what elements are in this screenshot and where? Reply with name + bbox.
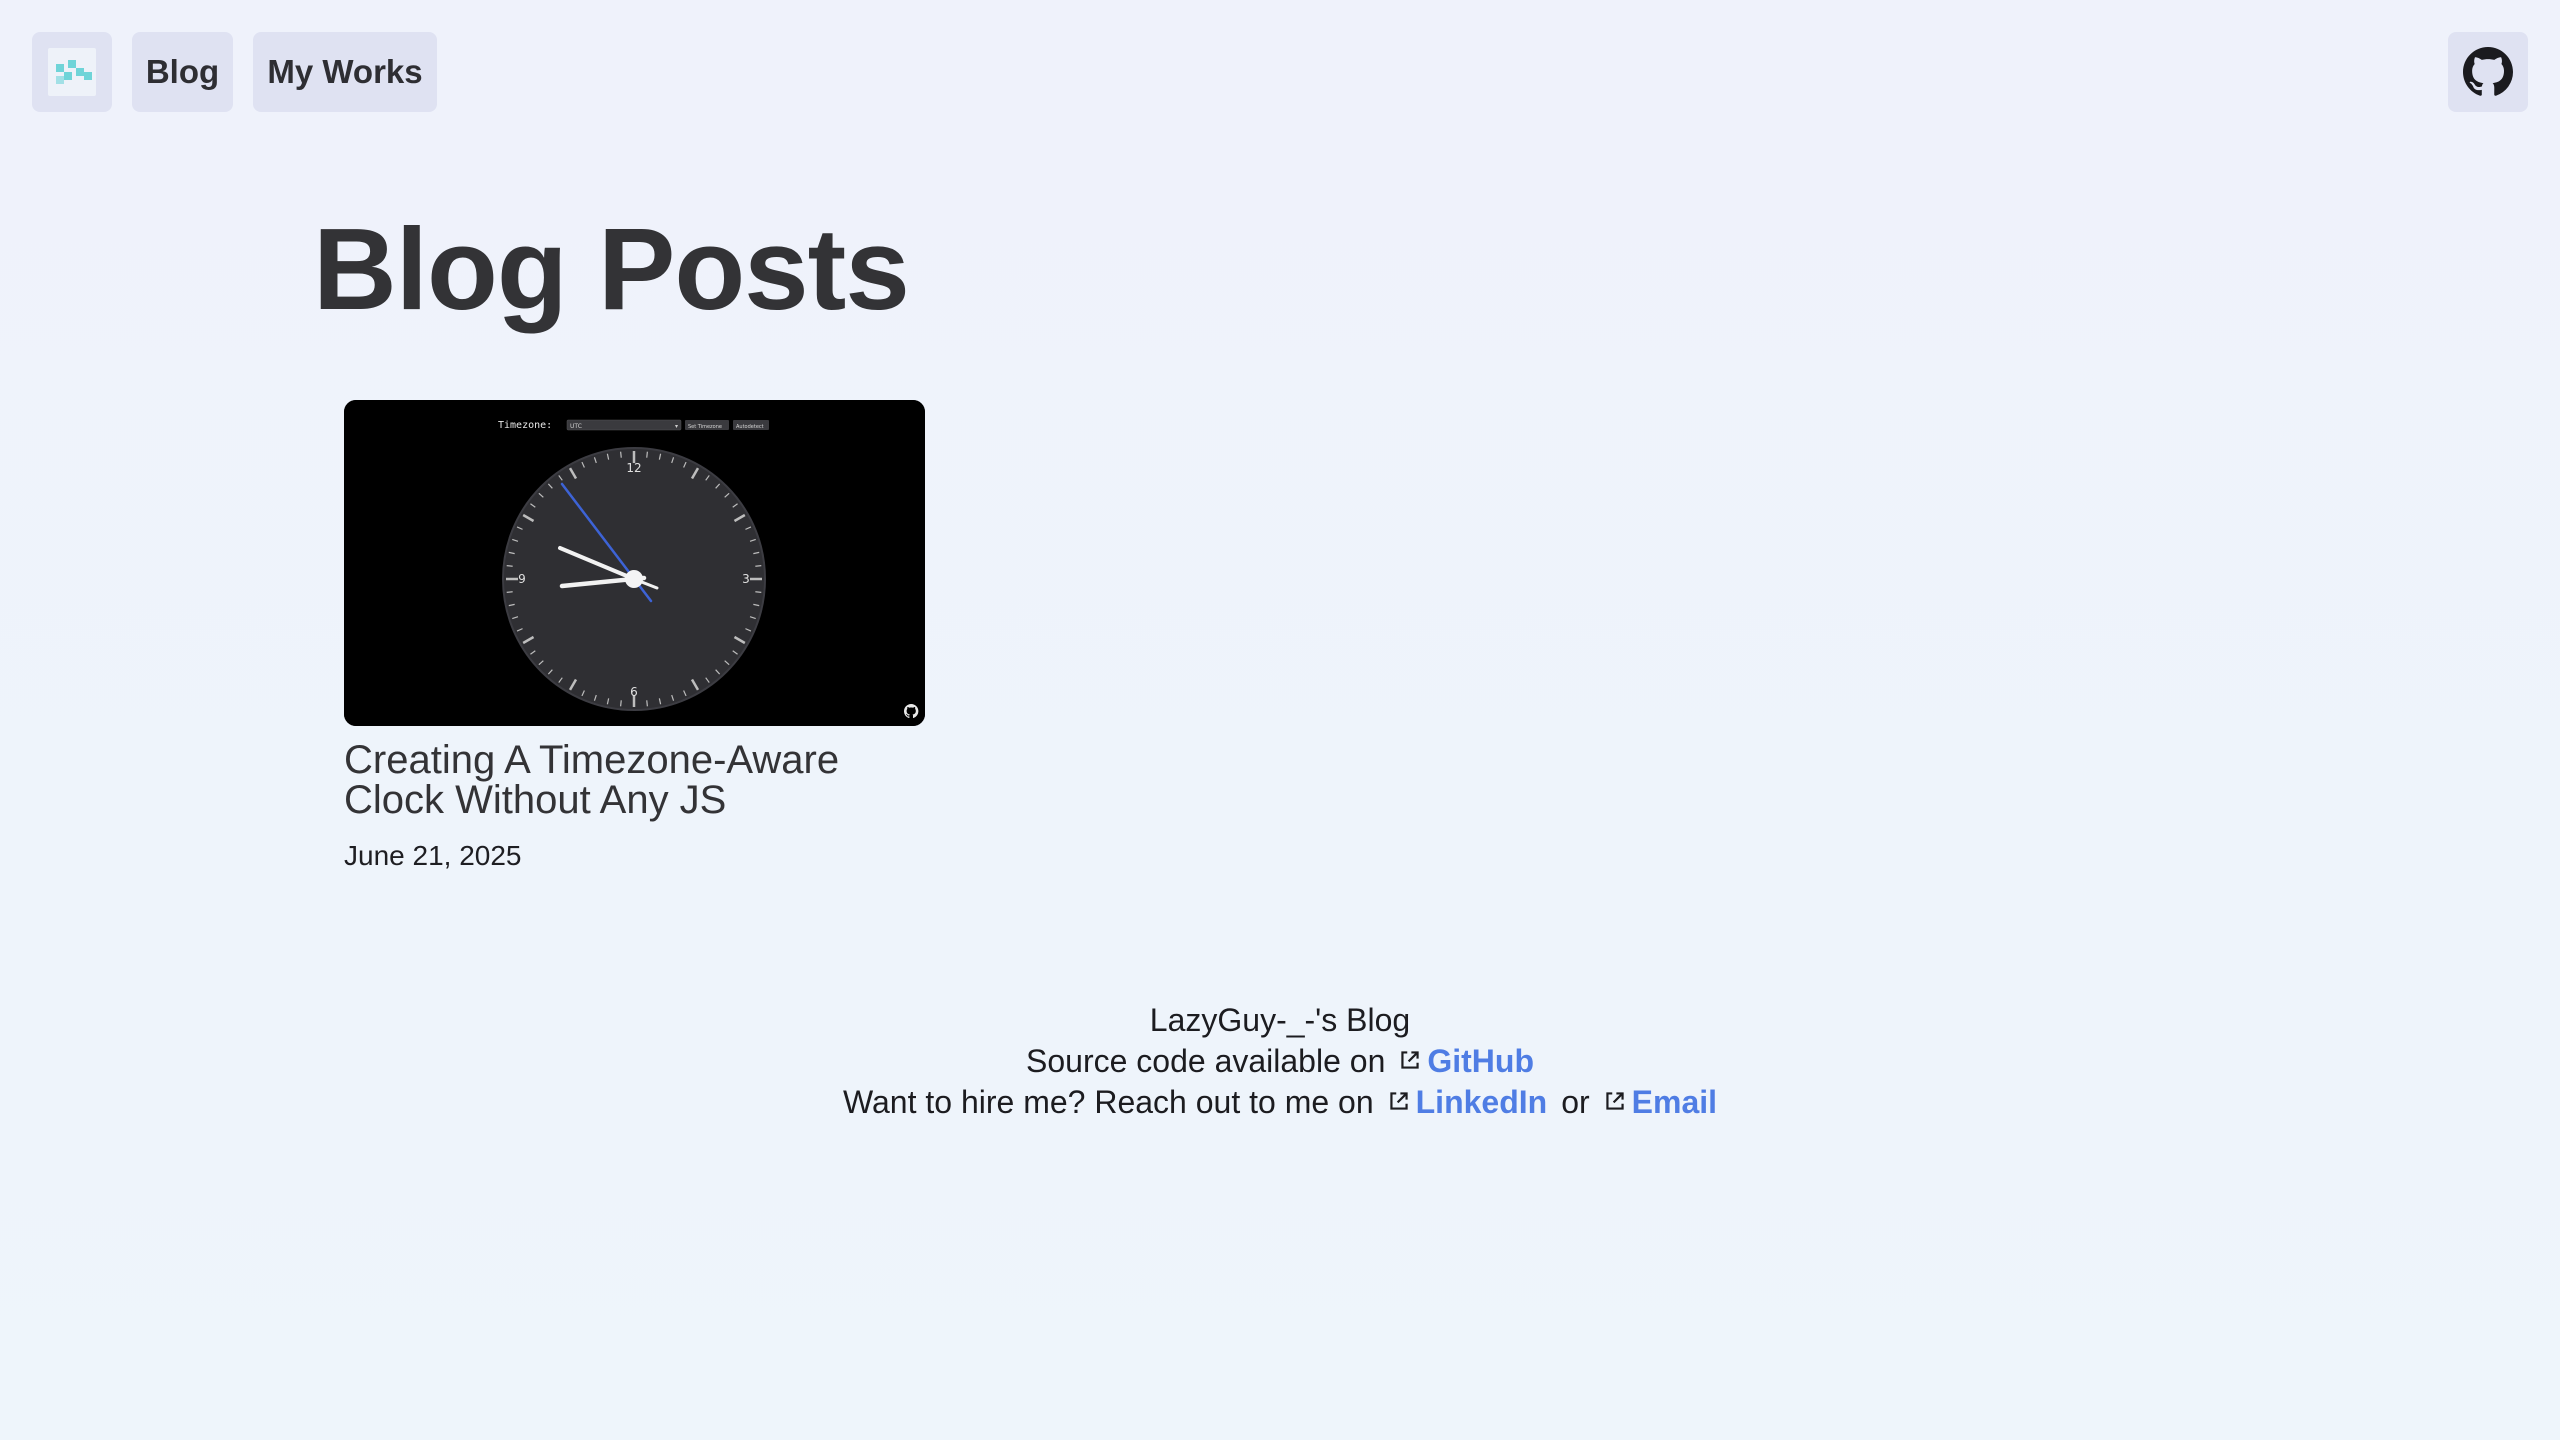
footer-source-line: Source code available on GitHub xyxy=(0,1041,2560,1082)
clock-number-9: 9 xyxy=(518,572,526,586)
clock-tick xyxy=(646,451,648,458)
footer-blog-name: LazyGuy-_-'s Blog xyxy=(1149,1002,1411,1038)
clock-tick xyxy=(755,565,762,567)
footer-or-text: or xyxy=(1561,1084,1590,1120)
clock-tick xyxy=(755,591,762,593)
nav-blog-label: Blog xyxy=(145,53,220,90)
external-link-icon xyxy=(1389,1092,1408,1110)
thumb-set-timezone-button: Set Timezone xyxy=(688,424,722,430)
footer-hire-line: Want to hire me? Reach out to me on Linke… xyxy=(0,1082,2560,1123)
nav-blog-button[interactable]: Blog xyxy=(132,32,233,112)
blog-post-card[interactable]: Timezone: UTC ▾ Set Timezone Autodetect … xyxy=(344,400,925,872)
footer: LazyGuy-_-'s Blog Source code available … xyxy=(0,1000,2560,1123)
page-title: Blog Posts xyxy=(313,204,910,334)
clock-number-6: 6 xyxy=(630,685,638,699)
clock-center-pin xyxy=(625,570,643,588)
clock-number-12: 12 xyxy=(626,461,641,475)
home-logo-button[interactable] xyxy=(32,32,112,112)
footer-github-link[interactable]: GitHub xyxy=(1427,1043,1534,1079)
footer-hire-text: Want to hire me? Reach out to me on xyxy=(842,1084,1374,1120)
external-link-icon xyxy=(1401,1051,1420,1069)
post-date: June 21, 2025 xyxy=(344,840,522,871)
footer-linkedin-link[interactable]: LinkedIn xyxy=(1416,1084,1548,1120)
clock-tick xyxy=(620,451,622,458)
clock-number-3: 3 xyxy=(742,572,750,586)
footer-email-link[interactable]: Email xyxy=(1632,1084,1717,1120)
pixel-logo-icon xyxy=(48,48,96,96)
clock-tick xyxy=(506,591,513,593)
clock-tick xyxy=(646,700,648,707)
footer-source-text: Source code available on xyxy=(1026,1043,1386,1079)
github-icon xyxy=(2463,47,2513,96)
post-title[interactable]: Creating A Timezone-Aware Clock Without … xyxy=(344,740,925,820)
nav-my-works-label: My Works xyxy=(267,53,423,90)
svg-text:▾: ▾ xyxy=(675,423,678,430)
clock-thumbnail-image: Timezone: UTC ▾ Set Timezone Autodetect … xyxy=(344,400,925,726)
thumb-timezone-label: Timezone: xyxy=(498,420,552,431)
clock-tick xyxy=(506,565,513,567)
github-button[interactable] xyxy=(2448,32,2528,112)
clock-tick xyxy=(620,700,622,707)
thumb-autodetect-button: Autodetect xyxy=(736,424,764,430)
external-link-icon xyxy=(1605,1092,1624,1110)
nav-my-works-button[interactable]: My Works xyxy=(253,32,437,112)
post-thumbnail: Timezone: UTC ▾ Set Timezone Autodetect … xyxy=(344,400,925,726)
thumb-timezone-value: UTC xyxy=(570,423,582,430)
